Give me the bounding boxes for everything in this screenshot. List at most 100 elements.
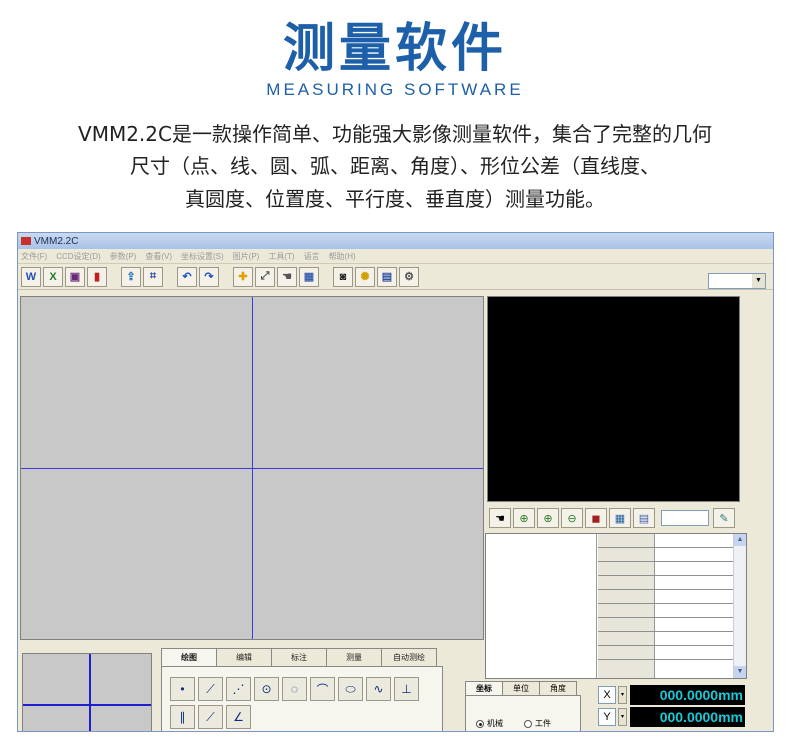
redo-icon[interactable]: ↷	[199, 266, 219, 287]
light-icon[interactable]: ✺	[355, 266, 375, 287]
circle-tool-icon[interactable]: ⊙	[254, 677, 279, 701]
table-row-divider	[598, 603, 734, 604]
word-icon[interactable]: W	[21, 266, 41, 287]
camera-view[interactable]	[487, 296, 740, 502]
toolbar-dropdown[interactable]: ▼	[708, 273, 766, 289]
results-scrollbar[interactable]: ▲ ▼	[733, 534, 746, 678]
pick-icon[interactable]: ⤢	[255, 266, 275, 287]
settings-icon[interactable]: ⚙	[399, 266, 419, 287]
tab-measure[interactable]: 测量	[326, 648, 382, 666]
tab-auto-measure[interactable]: 自动测绘	[381, 648, 437, 666]
menu-tools[interactable]: 工具(T)	[268, 251, 294, 262]
camera-icon[interactable]: ◙	[333, 266, 353, 287]
preview-crosshair-horizontal	[23, 704, 151, 706]
table-row-divider	[598, 575, 734, 576]
graph-icon[interactable]: ⌗	[143, 266, 163, 287]
coordinate-panel: 坐标 单位 角度 机械 工件	[465, 681, 581, 731]
chevron-down-icon[interactable]: ▼	[752, 274, 765, 288]
menu-image[interactable]: 图片(P)	[233, 251, 260, 262]
menu-file[interactable]: 文件(F)	[21, 251, 47, 262]
zoom-in-icon[interactable]: ⊕	[537, 508, 559, 528]
save-icon[interactable]: ▣	[65, 266, 85, 287]
parallel-tool-icon[interactable]: ∥	[170, 705, 195, 729]
app-icon	[21, 237, 31, 245]
draw-tools-body: • ⟋ ⋰ ⊙ ◌ ⌒ ⬭ ∿ ⊥ ∥ ⟋ ∠	[161, 666, 443, 731]
table-row-divider	[598, 659, 734, 660]
grid-overlay-icon[interactable]: ▤	[633, 508, 655, 528]
chart-icon[interactable]: ▮	[87, 266, 107, 287]
export-icon[interactable]: ⇪	[121, 266, 141, 287]
ellipse-tool-icon[interactable]: ⬭	[338, 677, 363, 701]
arc-tool-icon[interactable]: ⌒	[310, 677, 335, 701]
results-column	[598, 534, 655, 678]
point-tool-icon[interactable]: •	[170, 677, 195, 701]
crosshair-icon[interactable]: ✚	[233, 266, 253, 287]
menu-params[interactable]: 参数(P)	[110, 251, 137, 262]
circle3-tool-icon[interactable]: ◌	[282, 677, 307, 701]
camera-value-input[interactable]	[661, 510, 709, 526]
crosshair-vertical	[252, 297, 253, 639]
table-row-divider	[598, 631, 734, 632]
tab-annotate[interactable]: 标注	[271, 648, 327, 666]
title-bar: VMM2.2C	[18, 233, 773, 249]
radio-machine[interactable]: 机械	[476, 718, 503, 729]
hand-icon[interactable]: ☚	[277, 266, 297, 287]
radio-dot-selected[interactable]	[476, 719, 484, 728]
app-window: VMM2.2C 文件(F) CCD设定(D) 参数(P) 查看(V) 坐标设置(…	[17, 232, 774, 732]
radio-machine-label: 机械	[487, 719, 503, 728]
line-tool-icon[interactable]: ⟋	[198, 677, 223, 701]
page-title: 测量软件	[282, 19, 507, 79]
description-line-3: 真圆度、位置度、平行度、垂直度）测量功能。	[185, 187, 605, 211]
frame-icon[interactable]: ▤	[377, 266, 397, 287]
y-axis-label: Y	[598, 708, 616, 726]
radio-dot[interactable]	[524, 719, 532, 728]
preview-crosshair-vertical	[89, 654, 91, 731]
results-table[interactable]: ▲ ▼	[485, 533, 747, 679]
grid-icon[interactable]: ▦	[299, 266, 319, 287]
tab-units[interactable]: 单位	[502, 681, 540, 695]
table-row-divider	[598, 617, 734, 618]
table-row-divider	[598, 547, 734, 548]
menu-coords[interactable]: 坐标设置(S)	[181, 251, 224, 262]
angle-line-tool-icon[interactable]: ⟋	[198, 705, 223, 729]
menu-ccd[interactable]: CCD设定(D)	[56, 251, 100, 262]
scroll-down-icon[interactable]: ▼	[734, 666, 746, 678]
excel-icon[interactable]: X	[43, 266, 63, 287]
results-list[interactable]	[486, 534, 597, 678]
tool-settings-icon[interactable]: ✎	[713, 508, 735, 528]
description-line-2: 尺寸（点、线、圆、弧、距离、角度）、形位公差（直线度、	[130, 154, 660, 178]
main-toolbar: W X ▣ ▮ ⇪ ⌗ ↶ ↷ ✚ ⤢ ☚ ▦ ◙ ✺ ▤ ⚙	[18, 264, 773, 290]
x-axis-dropdown-icon[interactable]: ▾	[618, 686, 627, 704]
y-coordinate-readout: 000.0000mm	[630, 707, 745, 727]
radio-workpiece[interactable]: 工件	[524, 718, 551, 729]
page-subtitle: MEASURING SOFTWARE	[266, 80, 524, 99]
zoom-out-icon[interactable]: ⊖	[561, 508, 583, 528]
overview-preview[interactable]	[22, 653, 152, 731]
menu-view[interactable]: 查看(V)	[145, 251, 172, 262]
tools-panel: 绘图 编辑 标注 测量 自动测绘 • ⟋ ⋰ ⊙ ◌ ⌒ ⬭ ∿ ⊥ ∥ ⟋ ∠	[161, 648, 443, 731]
x-coordinate-readout: 000.0000mm	[630, 685, 745, 705]
tab-angle[interactable]: 角度	[539, 681, 577, 695]
undo-icon[interactable]: ↶	[177, 266, 197, 287]
table-row-divider	[598, 645, 734, 646]
polyline-tool-icon[interactable]: ⋰	[226, 677, 251, 701]
curve-tool-icon[interactable]: ∿	[366, 677, 391, 701]
angle-tool-icon[interactable]: ∠	[226, 705, 251, 729]
table-row-divider	[598, 561, 734, 562]
tab-coordinates[interactable]: 坐标	[465, 681, 503, 695]
tab-draw[interactable]: 绘图	[161, 648, 217, 666]
zoom-icon[interactable]: ⊕	[513, 508, 535, 528]
menu-language[interactable]: 语言	[304, 251, 320, 262]
hand-pan-icon[interactable]: ☚	[489, 508, 511, 528]
tab-edit[interactable]: 编辑	[216, 648, 272, 666]
drawing-canvas[interactable]	[20, 296, 484, 640]
x-axis-label: X	[598, 686, 616, 704]
description-line-1: VMM2.2C是一款操作简单、功能强大影像测量软件，集合了完整的几何	[78, 122, 712, 146]
menu-bar: 文件(F) CCD设定(D) 参数(P) 查看(V) 坐标设置(S) 图片(P)…	[18, 249, 773, 264]
scroll-up-icon[interactable]: ▲	[734, 534, 746, 546]
perpendicular-tool-icon[interactable]: ⊥	[394, 677, 419, 701]
y-axis-dropdown-icon[interactable]: ▾	[618, 708, 627, 726]
capture-icon[interactable]: ◼	[585, 508, 607, 528]
menu-help[interactable]: 帮助(H)	[329, 251, 356, 262]
layout-icon[interactable]: ▦	[609, 508, 631, 528]
